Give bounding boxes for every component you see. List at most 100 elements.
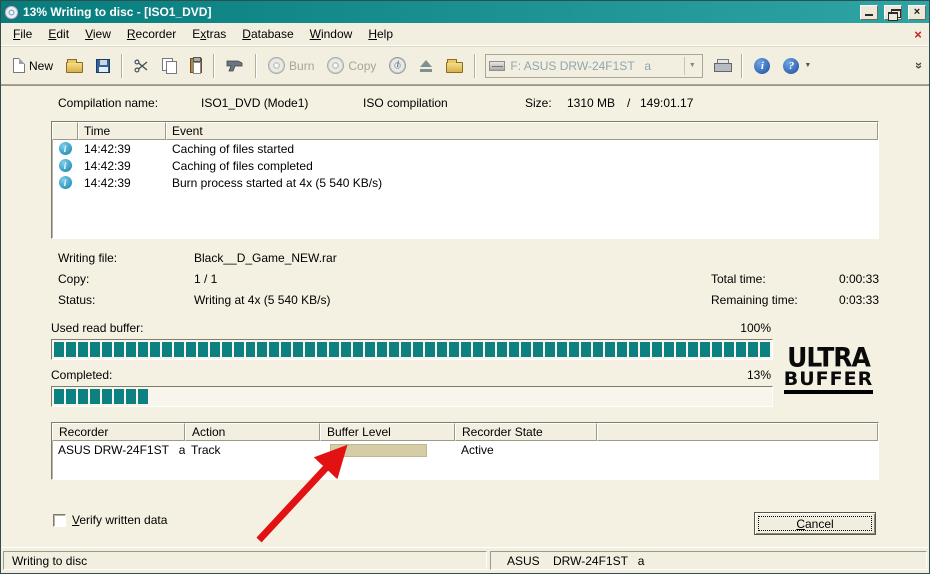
progress-segment xyxy=(604,342,615,357)
toolbar-overflow-button[interactable]: » xyxy=(912,58,927,73)
progress-segment xyxy=(233,342,244,357)
menu-item-recorder[interactable]: Recorder xyxy=(119,24,184,44)
remaining-time-value: 0:03:33 xyxy=(838,293,879,307)
progress-segment xyxy=(113,342,124,357)
progress-segment xyxy=(581,389,591,404)
recorder-row[interactable]: ASUS DRW-24F1ST a Track Active xyxy=(52,441,878,459)
log-column-icon[interactable] xyxy=(52,122,78,140)
progress-segment xyxy=(688,342,699,357)
copy-label: Copy: xyxy=(58,272,90,286)
progress-segment xyxy=(448,342,459,357)
recorder-combo-value: F: ASUS DRW-24F1ST a xyxy=(510,58,652,73)
save-button[interactable] xyxy=(90,55,116,77)
menu-item-database[interactable]: Database xyxy=(234,24,301,44)
open-button[interactable] xyxy=(60,55,89,77)
cut-button[interactable] xyxy=(128,55,155,77)
log-row[interactable]: i 14:42:39 Burn process started at 4x (5 5… xyxy=(52,174,878,191)
close-button[interactable]: × xyxy=(908,4,926,20)
progress-segment xyxy=(605,389,615,404)
progress-segment xyxy=(532,342,543,357)
progress-segment xyxy=(65,389,76,404)
progress-segment xyxy=(760,389,770,404)
open-disc-folder-button[interactable] xyxy=(440,55,469,77)
burn-disc-icon xyxy=(268,57,286,74)
menu-close-icon[interactable]: × xyxy=(907,23,929,45)
progress-segment xyxy=(485,389,495,404)
log-event: Burn process started at 4x (5 540 KB/s) xyxy=(172,175,383,190)
combo-dropdown-icon[interactable]: ▼ xyxy=(684,56,699,75)
toolbar-separator xyxy=(741,53,744,78)
log-row[interactable]: i 14:42:39 Caching of files started xyxy=(52,140,878,157)
copy-value: 1 / 1 xyxy=(194,272,218,286)
progress-segment xyxy=(760,342,771,357)
progress-segment xyxy=(496,342,507,357)
progress-segment xyxy=(556,342,567,357)
burn-button[interactable]: Burn xyxy=(262,53,320,78)
progress-segment xyxy=(676,389,686,404)
menu-item-file[interactable]: File xyxy=(5,24,40,44)
log-column-time[interactable]: Time xyxy=(78,122,166,140)
verify-checkbox[interactable] xyxy=(53,513,66,527)
progress-segment xyxy=(664,342,675,357)
progress-segment xyxy=(341,389,351,404)
progress-segment xyxy=(150,389,160,404)
progress-segment xyxy=(449,389,459,404)
progress-segment xyxy=(664,389,674,404)
menu-item-view[interactable]: View xyxy=(77,24,119,44)
info-icon: i xyxy=(754,57,771,74)
progress-segment xyxy=(628,342,639,357)
new-button[interactable]: New xyxy=(7,54,59,77)
paste-button[interactable] xyxy=(184,54,208,77)
column-action[interactable]: Action xyxy=(185,423,320,441)
log-time: 14:42:39 xyxy=(84,141,131,156)
burn-button-label: Burn xyxy=(289,58,315,73)
logo-bottom-text: BUFFER xyxy=(783,369,874,395)
progress-segment xyxy=(425,342,435,357)
progress-segment xyxy=(437,342,447,357)
progress-segment xyxy=(401,342,412,357)
completed-percent: 13% xyxy=(746,368,771,382)
menu-item-edit[interactable]: Edit xyxy=(40,24,77,44)
progress-segment xyxy=(545,389,555,404)
menu-item-help[interactable]: Help xyxy=(360,24,401,44)
progress-segment xyxy=(137,389,148,404)
progress-segment xyxy=(700,389,710,404)
help-button[interactable]: ? ▼ xyxy=(777,54,817,78)
log-column-event[interactable]: Event xyxy=(166,122,878,140)
buffer-level-indicator xyxy=(330,443,427,457)
column-recorder[interactable]: Recorder xyxy=(52,423,185,441)
column-buffer-level[interactable]: Buffer Level xyxy=(320,423,455,441)
burn-progress-panel: Compilation name: ISO1_DVD (Mode1) ISO c… xyxy=(1,85,929,547)
progress-segment xyxy=(317,389,327,404)
recorder-state: Active xyxy=(461,443,494,457)
progress-segment xyxy=(592,342,603,357)
log-row[interactable]: i 14:42:39 Caching of files completed xyxy=(52,157,878,174)
progress-segment xyxy=(281,342,292,357)
progress-segment xyxy=(652,342,663,357)
info-button[interactable]: i xyxy=(748,54,776,78)
minimize-button[interactable] xyxy=(860,4,878,20)
cancel-button[interactable]: Cancel xyxy=(754,512,876,535)
column-recorder-state[interactable]: Recorder State xyxy=(455,423,597,441)
progress-segment xyxy=(460,342,471,357)
restore-button[interactable] xyxy=(884,4,902,21)
print-button[interactable] xyxy=(708,55,736,76)
menu-item-window[interactable]: Window xyxy=(302,24,361,44)
tool-icon xyxy=(226,60,243,72)
eject-button[interactable] xyxy=(413,55,439,77)
copy-disc-button[interactable]: Copy xyxy=(321,53,382,78)
progress-segment xyxy=(413,342,424,357)
progress-segment xyxy=(101,389,112,404)
recorder-combo[interactable]: F: ASUS DRW-24F1ST a ▼ xyxy=(485,53,704,78)
log-time: 14:42:39 xyxy=(84,158,131,173)
menu-item-extras[interactable]: Extras xyxy=(184,24,234,44)
disc-info-button[interactable]: i xyxy=(383,53,412,78)
copy-disc-button-label: Copy xyxy=(348,58,377,73)
verify-label[interactable]: Verify written data xyxy=(72,513,167,527)
copy-button[interactable] xyxy=(156,54,183,77)
open-folder-icon xyxy=(66,58,84,73)
tools-button[interactable] xyxy=(220,54,250,77)
progress-segment xyxy=(389,389,399,404)
progress-segment xyxy=(688,389,698,404)
progress-segment xyxy=(580,342,591,357)
